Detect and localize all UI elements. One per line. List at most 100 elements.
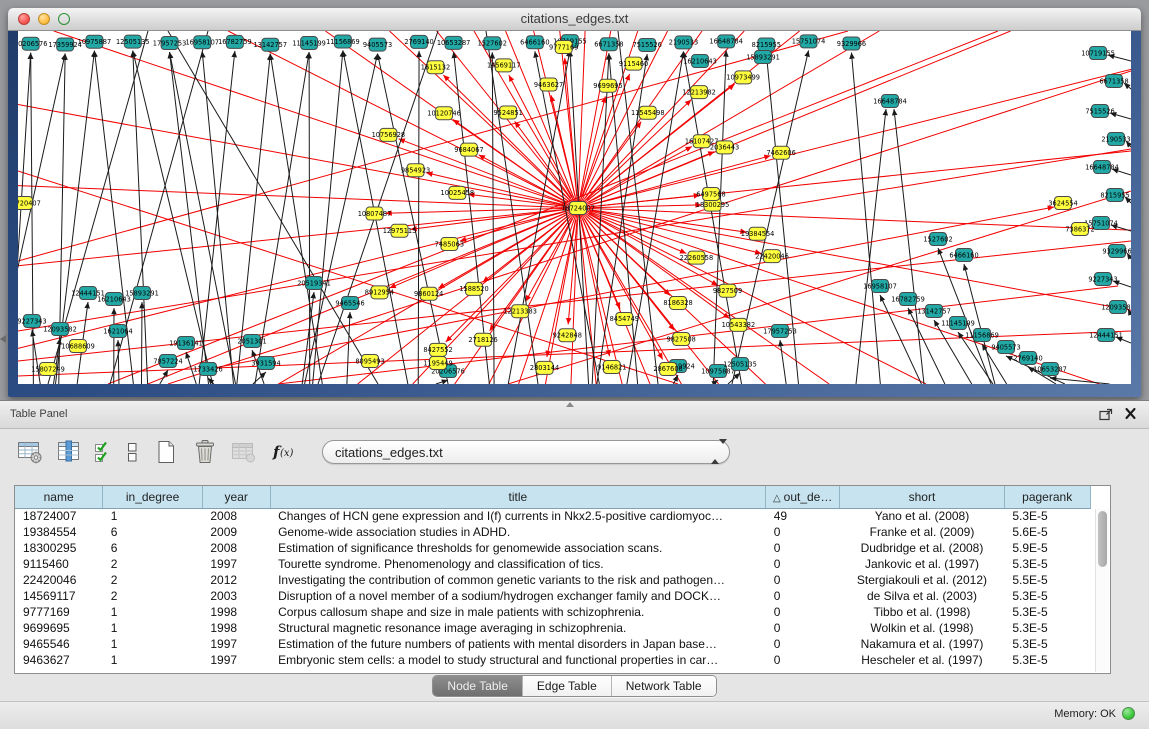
network-node[interactable]: 12093582 xyxy=(43,323,77,336)
network-node[interactable]: 16782759 xyxy=(218,35,252,48)
delete-table-icon[interactable] xyxy=(230,438,258,466)
network-node[interactable]: 16648784 xyxy=(709,35,743,48)
network-node[interactable]: 1615132 xyxy=(421,61,450,74)
table-vertical-scrollbar[interactable] xyxy=(1095,509,1109,672)
network-node[interactable]: 19384554 xyxy=(741,227,775,240)
window-titlebar[interactable]: citations_edges.txt xyxy=(8,8,1141,31)
network-node[interactable]: 10120746 xyxy=(427,107,461,120)
network-node[interactable]: 2803144 xyxy=(530,361,559,374)
network-node[interactable]: 9115460 xyxy=(619,57,648,70)
network-node[interactable]: 10719155 xyxy=(1081,47,1115,60)
tab-network-table[interactable]: Network Table xyxy=(611,676,716,696)
table-row[interactable]: 2242004622012Investigating the contribut… xyxy=(15,572,1110,588)
network-node[interactable]: 12213383 xyxy=(503,305,537,318)
network-node[interactable]: 20206576 xyxy=(18,37,47,50)
checkbox-list-icon[interactable] xyxy=(123,438,141,466)
column-header-short[interactable]: short xyxy=(840,486,1005,508)
network-node[interactable]: 9329966 xyxy=(837,37,866,50)
network-node[interactable]: 9684067 xyxy=(454,143,483,156)
new-column-icon[interactable] xyxy=(152,438,180,466)
scrollbar-thumb[interactable] xyxy=(1098,511,1107,567)
table-row[interactable]: 911546021997Tourette syndrome. Phenomeno… xyxy=(15,556,1110,572)
network-node[interactable]: 6497568 xyxy=(696,188,725,201)
network-node[interactable]: 9524851 xyxy=(493,106,522,119)
network-node[interactable]: 9463627 xyxy=(534,78,563,91)
network-node[interactable]: 9854923 xyxy=(401,164,430,177)
network-node[interactable]: 16782759 xyxy=(891,293,925,306)
float-panel-icon[interactable] xyxy=(1099,408,1113,421)
network-node[interactable]: 9405573 xyxy=(991,341,1020,354)
network-node[interactable]: 13142757 xyxy=(917,305,951,318)
tab-node-table[interactable]: Node Table xyxy=(433,676,522,696)
network-node[interactable]: 12213982 xyxy=(682,86,716,99)
table-row[interactable]: 946362711997Embryonic stem cells: a mode… xyxy=(15,652,1110,668)
network-node[interactable]: 1527602 xyxy=(923,233,952,246)
network-node[interactable]: 16648784 xyxy=(873,95,907,108)
network-node[interactable]: 9699695 xyxy=(593,79,622,92)
network-node[interactable]: 2769140 xyxy=(1013,352,1042,365)
delete-column-icon[interactable] xyxy=(191,438,219,466)
network-node[interactable]: 8427552 xyxy=(423,343,452,356)
network-node[interactable]: 6671358 xyxy=(1099,75,1128,88)
table-row[interactable]: 1872400712008Changes of HCN gene express… xyxy=(15,508,1110,524)
column-header-out_degree[interactable]: △out_de… xyxy=(766,486,840,508)
network-node[interactable]: 7857224 xyxy=(153,355,182,368)
close-window-button[interactable] xyxy=(18,13,30,25)
network-node[interactable]: 7515526 xyxy=(1085,105,1114,118)
network-node[interactable]: 10973499 xyxy=(726,71,760,84)
network-node[interactable]: 17957253 xyxy=(763,325,797,338)
tab-edge-table[interactable]: Edge Table xyxy=(522,676,611,696)
network-node[interactable]: 2190533 xyxy=(1101,133,1130,146)
table-row[interactable]: 1938455462009Genome-wide association stu… xyxy=(15,524,1110,540)
zoom-window-button[interactable] xyxy=(58,13,70,25)
table-selector-dropdown[interactable]: citations_edges.txt xyxy=(322,440,730,464)
network-node[interactable]: 11156869 xyxy=(326,35,360,48)
network-node[interactable]: 10688609 xyxy=(61,340,95,353)
network-node[interactable]: 9827509 xyxy=(713,284,742,297)
network-node[interactable]: 10807487 xyxy=(358,207,392,220)
table-row[interactable]: 1830029562008Estimation of significance … xyxy=(15,540,1110,556)
minimize-window-button[interactable] xyxy=(38,13,50,25)
splitter-collapse-icon[interactable] xyxy=(566,402,574,407)
close-panel-icon[interactable] xyxy=(1124,407,1137,420)
network-node[interactable]: 9227343 xyxy=(1088,273,1117,286)
column-header-year[interactable]: year xyxy=(202,486,270,508)
network-node[interactable]: 7386372 xyxy=(1065,223,1094,236)
network-node[interactable]: 9777169 xyxy=(549,40,578,53)
column-visibility-icon[interactable] xyxy=(55,438,83,466)
network-node[interactable]: 15751074 xyxy=(792,35,826,48)
network-node[interactable]: 6466160 xyxy=(949,249,978,262)
table-row[interactable]: 946554611997Estimation of the future num… xyxy=(15,636,1110,652)
network-node[interactable]: 12093582 xyxy=(1101,301,1131,314)
network-node[interactable]: 6671358 xyxy=(594,38,623,51)
network-node[interactable]: 7462606 xyxy=(766,146,795,159)
network-node[interactable]: 13142757 xyxy=(253,38,287,51)
network-node[interactable]: 2190533 xyxy=(669,36,698,49)
network-node[interactable]: 11145199 xyxy=(941,317,975,330)
network-node[interactable]: 8912954 xyxy=(365,286,394,299)
table-row[interactable]: 977716911998Corpus callosum shape and si… xyxy=(15,604,1110,620)
network-node[interactable]: 9405573 xyxy=(363,38,392,51)
network-node[interactable]: 8454749 xyxy=(610,312,639,325)
network-node[interactable]: 16958107 xyxy=(863,280,897,293)
network-node[interactable]: 1733426 xyxy=(193,363,222,376)
network-node[interactable]: 16958107 xyxy=(185,36,219,49)
network-node[interactable]: 16648784 xyxy=(1085,161,1119,174)
column-header-pagerank[interactable]: pagerank xyxy=(1004,486,1090,508)
network-node[interactable]: 1621064 xyxy=(103,325,132,338)
network-node[interactable]: 9242848 xyxy=(553,329,582,342)
network-node[interactable]: 10653287 xyxy=(437,36,471,49)
network-node[interactable]: 10975887 xyxy=(78,35,112,48)
column-header-name[interactable]: name xyxy=(15,486,103,508)
network-node[interactable]: 8186328 xyxy=(663,296,692,309)
network-node[interactable]: 6466160 xyxy=(520,36,549,49)
network-node[interactable]: 12505135 xyxy=(116,35,150,48)
network-node[interactable]: 2769140 xyxy=(404,35,433,48)
network-node[interactable]: 9329966 xyxy=(1102,245,1131,258)
network-node[interactable]: 2867608 xyxy=(653,362,682,375)
network-node[interactable]: 19136141 xyxy=(169,337,203,350)
network-node[interactable]: 7515526 xyxy=(633,38,662,51)
function-builder-icon[interactable]: f (x) xyxy=(269,438,297,466)
network-node[interactable]: 17957253 xyxy=(153,37,187,50)
table-row[interactable]: 1456911722003Disruption of a novel membe… xyxy=(15,588,1110,604)
